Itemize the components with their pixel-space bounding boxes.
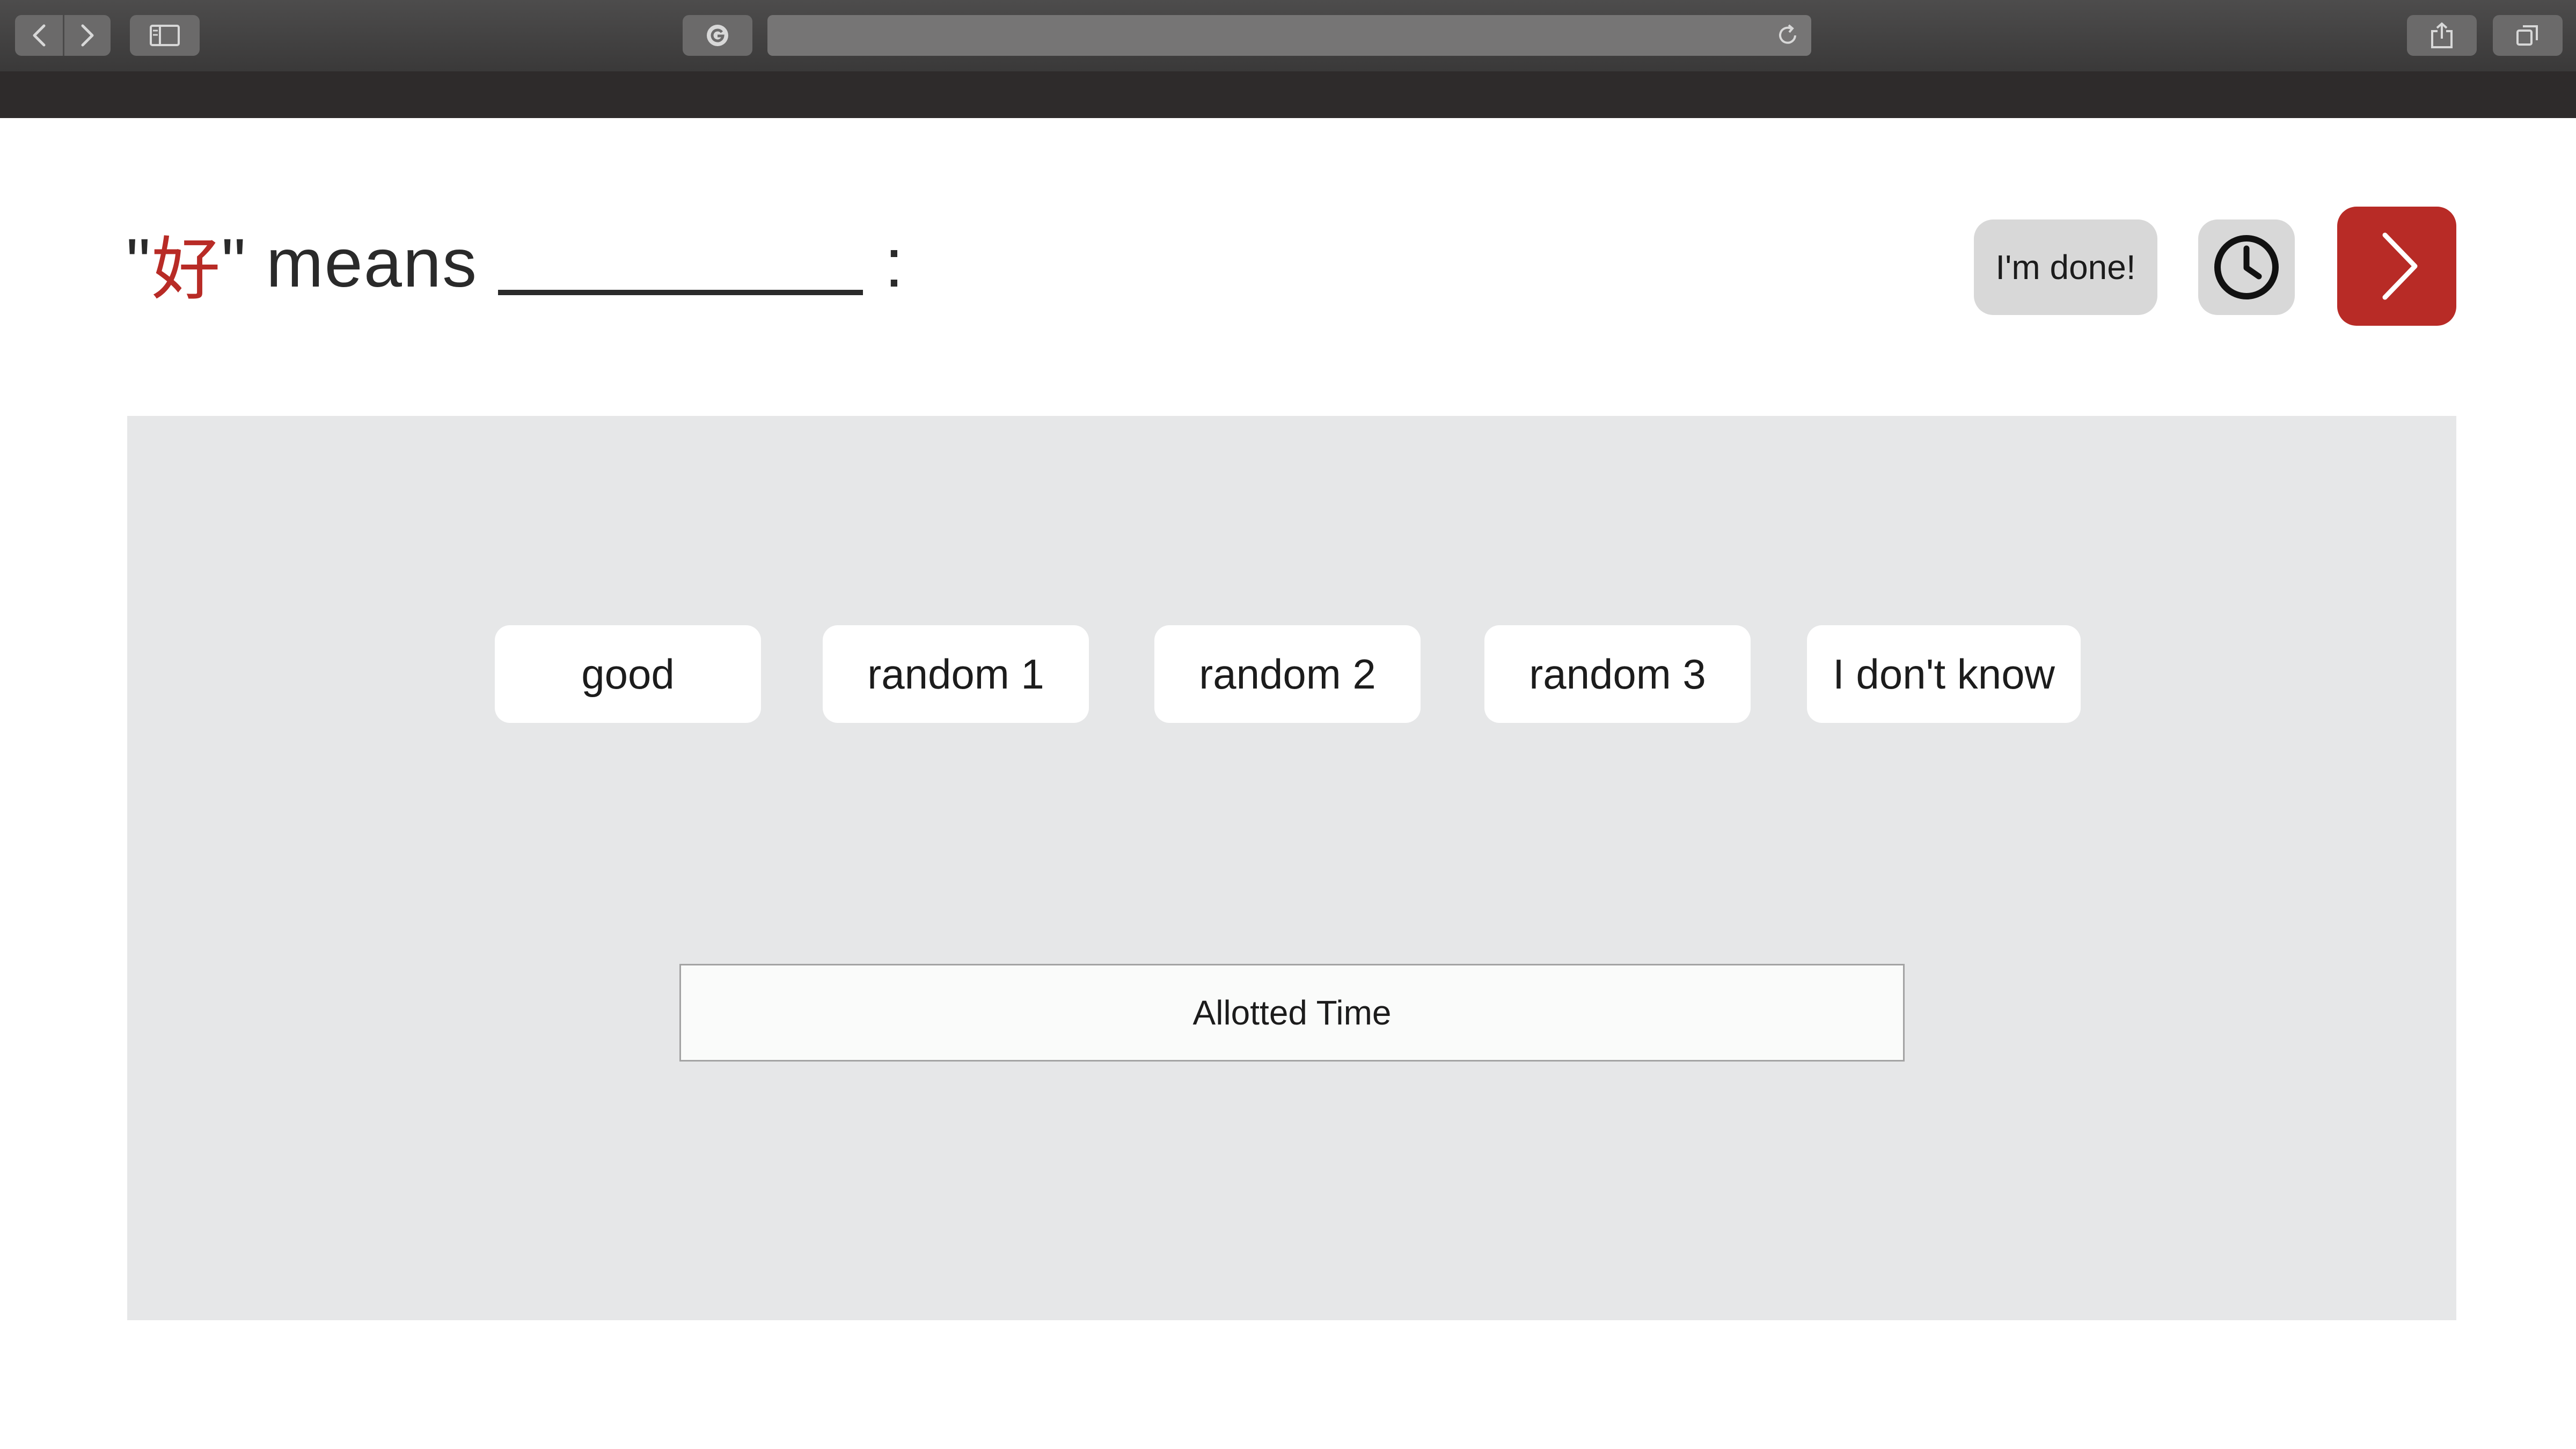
browser-tab-strip — [0, 71, 2576, 118]
reload-icon[interactable] — [1776, 24, 1799, 47]
allotted-time-bar: Allotted Time — [679, 964, 1905, 1062]
next-button[interactable] — [2337, 207, 2456, 326]
done-button[interactable]: I'm done! — [1974, 219, 2157, 315]
back-button[interactable] — [15, 15, 63, 56]
quote-close: " — [221, 224, 247, 302]
navigation-buttons — [15, 15, 111, 56]
option-dont-know[interactable]: I don't know — [1807, 625, 2081, 723]
question-prompt: " 好 " means : — [126, 217, 905, 309]
address-bar[interactable] — [767, 15, 1811, 56]
means-text: means — [266, 224, 478, 302]
forward-icon — [81, 24, 94, 47]
chinese-character: 好 — [151, 231, 222, 308]
timer-button[interactable] — [2198, 219, 2295, 315]
browser-toolbar — [0, 0, 2576, 71]
option-random-1[interactable]: random 1 — [823, 625, 1089, 723]
forward-button[interactable] — [63, 15, 111, 56]
answer-blank — [498, 290, 863, 295]
option-good[interactable]: good — [495, 625, 761, 723]
quote-open: " — [126, 224, 152, 302]
tabs-icon — [2516, 25, 2538, 46]
site-settings-button[interactable] — [683, 15, 752, 56]
sidebar-button[interactable] — [130, 15, 200, 56]
option-random-2[interactable]: random 2 — [1154, 625, 1421, 723]
share-button[interactable] — [2407, 15, 2477, 56]
back-icon — [33, 24, 45, 47]
option-random-3[interactable]: random 3 — [1484, 625, 1751, 723]
chevron-right-icon — [2382, 232, 2418, 300]
share-icon — [2431, 22, 2453, 48]
answer-panel — [127, 416, 2456, 1320]
sidebar-icon — [150, 25, 180, 46]
tabs-button[interactable] — [2493, 15, 2563, 56]
colon: : — [884, 224, 905, 302]
site-icon — [707, 25, 728, 46]
clock-icon — [2214, 235, 2279, 299]
